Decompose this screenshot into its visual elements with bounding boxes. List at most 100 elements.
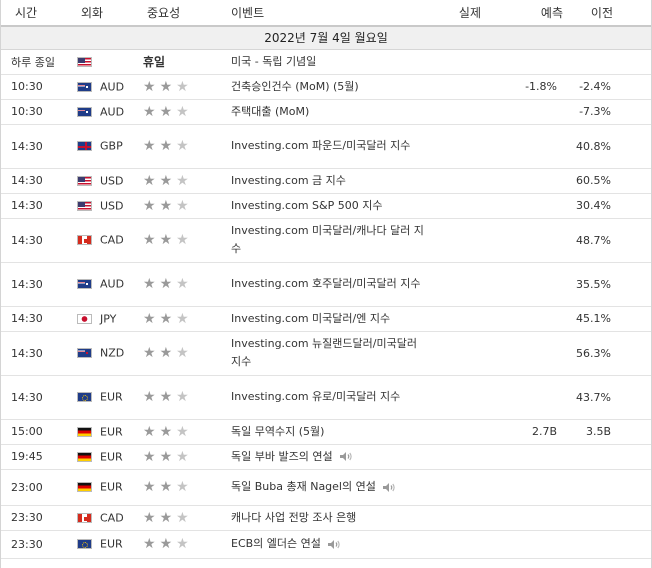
event-currency: CAD — [75, 218, 143, 263]
event-row[interactable]: 14:30 USD ★★★ Investing.com 금 지수 60.5% — [1, 168, 651, 194]
event-row[interactable]: 14:30 GBP ★★★ Investing.com 파운드/미국달러 지수 40.8… — [1, 124, 651, 169]
event-previous: -2.4% — [571, 74, 651, 100]
us-flag-icon — [77, 200, 92, 211]
event-title-text[interactable]: 독일 무역수지 (5월) — [231, 425, 324, 438]
event-currency: EUR — [75, 375, 143, 420]
col-header-actual[interactable]: 실제 — [431, 0, 495, 27]
event-title-text[interactable]: Investing.com 뉴질랜드달러/미국달러 지수 — [231, 337, 417, 368]
event-title[interactable]: 독일 부바 발즈의 연설 — [229, 444, 431, 470]
event-actual — [431, 124, 495, 169]
event-title-text[interactable]: 캐나다 사업 전망 조사 은행 — [231, 511, 356, 524]
date-row: 2022년 7월 4일 월요일 — [1, 26, 651, 50]
star-filled-icon: ★ — [143, 138, 160, 154]
event-currency: NZD — [75, 331, 143, 376]
event-title-text[interactable]: Investing.com S&P 500 지수 — [231, 199, 382, 212]
event-title[interactable]: Investing.com 미국달러/엔 지수 — [229, 306, 431, 332]
event-title[interactable]: Investing.com 금 지수 — [229, 168, 431, 194]
event-forecast — [495, 193, 571, 219]
importance-stars: ★★★ — [143, 530, 229, 559]
star-filled-icon: ★ — [159, 479, 177, 495]
col-header-time[interactable]: 시간 — [1, 0, 75, 27]
event-title[interactable]: Investing.com 파운드/미국달러 지수 — [229, 124, 431, 169]
event-title[interactable]: Investing.com 뉴질랜드달러/미국달러 지수 — [229, 331, 431, 376]
event-title[interactable]: 캐나다 사업 전망 조사 은행 — [229, 505, 431, 531]
importance-stars: ★★★ — [143, 74, 229, 100]
event-title-text[interactable]: Investing.com 파운드/미국달러 지수 — [231, 139, 410, 152]
event-title[interactable]: 건축승인건수 (MoM) (5월) — [229, 74, 431, 100]
event-time: 19:45 — [1, 444, 75, 470]
header-row: 시간 외화 중요성 이벤트 실제 예측 이전 — [1, 0, 651, 27]
col-header-previous[interactable]: 이전 — [571, 0, 651, 27]
event-row[interactable]: 14:30 NZD ★★★ Investing.com 뉴질랜드달러/미국달러 지수 5… — [1, 331, 651, 376]
event-title-text[interactable]: 독일 Buba 총재 Nagel의 연설 — [231, 480, 376, 493]
holiday-row[interactable]: 하루 종일 휴일 미국 - 독립 기념일 — [1, 49, 651, 75]
event-row[interactable]: 15:00 EUR ★★★ 독일 무역수지 (5월) 2.7B 3.5B — [1, 419, 651, 445]
event-row[interactable]: 14:30 JPY ★★★ Investing.com 미국달러/엔 지수 45.1% — [1, 306, 651, 332]
event-title[interactable]: Investing.com 미국달러/캐나다 달러 지수 — [229, 218, 431, 263]
star-filled-icon: ★ — [159, 509, 177, 526]
event-title[interactable]: 독일 무역수지 (5월) — [229, 419, 431, 445]
event-title-text[interactable]: 건축승인건수 (MoM) (5월) — [231, 80, 359, 93]
event-title-text[interactable]: Investing.com 미국달러/엔 지수 — [231, 312, 390, 325]
star-filled-icon: ★ — [159, 536, 177, 552]
event-forecast — [495, 331, 571, 376]
star-empty-icon: ★ — [176, 138, 193, 154]
event-actual — [431, 505, 495, 531]
star-filled-icon: ★ — [143, 509, 160, 526]
col-header-forecast[interactable]: 예측 — [495, 0, 571, 27]
event-forecast: -1.8% — [495, 74, 571, 100]
event-title-text[interactable]: Investing.com 금 지수 — [231, 174, 346, 187]
event-title[interactable]: 독일 Buba 총재 Nagel의 연설 — [229, 469, 431, 506]
importance-stars: ★★★ — [143, 306, 229, 332]
ca-flag-icon — [77, 512, 92, 523]
event-row[interactable]: 14:30 CAD ★★★ Investing.com 미국달러/캐나다 달러 지수 4… — [1, 218, 651, 263]
star-empty-icon: ★ — [176, 536, 193, 552]
event-row[interactable]: 10:30 AUD ★★★ 건축승인건수 (MoM) (5월) -1.8% -2.4% — [1, 74, 651, 100]
star-filled-icon: ★ — [143, 197, 160, 214]
event-title-text[interactable]: ECB의 엘더슨 연설 — [231, 537, 321, 550]
currency-code: EUR — [100, 390, 123, 404]
event-row[interactable]: 14:30 AUD ★★★ Investing.com 호주달러/미국달러 지수 35.… — [1, 262, 651, 307]
event-title-text[interactable]: Investing.com 호주달러/미국달러 지수 — [231, 277, 420, 290]
event-row[interactable]: 14:30 EUR ★★★ Investing.com 유로/미국달러 지수 43.7% — [1, 375, 651, 420]
event-title[interactable]: ECB의 엘더슨 연설 — [229, 530, 431, 559]
col-header-importance[interactable]: 중요성 — [143, 0, 229, 27]
event-row[interactable]: 23:00 EUR ★★★ 독일 Buba 총재 Nagel의 연설 — [1, 469, 651, 506]
event-actual — [431, 530, 495, 559]
star-filled-icon: ★ — [159, 276, 177, 292]
event-actual — [431, 99, 495, 125]
star-filled-icon: ★ — [159, 103, 177, 120]
star-empty-icon: ★ — [176, 345, 193, 361]
event-row[interactable]: 23:30 EUR ★★★ ECB의 엘더슨 연설 — [1, 530, 651, 559]
event-previous: 35.5% — [571, 262, 651, 307]
col-header-event[interactable]: 이벤트 — [229, 0, 431, 27]
event-previous — [571, 444, 651, 470]
event-title-text[interactable]: 주택대출 (MoM) — [231, 105, 309, 118]
event-title-text[interactable]: Investing.com 유로/미국달러 지수 — [231, 390, 400, 403]
star-filled-icon: ★ — [143, 345, 160, 361]
event-title-text[interactable]: Investing.com 미국달러/캐나다 달러 지수 — [231, 224, 424, 255]
au-flag-icon — [77, 106, 92, 117]
star-filled-icon: ★ — [159, 138, 177, 154]
event-title[interactable]: 주택대출 (MoM) — [229, 99, 431, 125]
currency-code: USD — [100, 199, 124, 213]
event-row[interactable]: 10:30 AUD ★★★ 주택대출 (MoM) -7.3% — [1, 99, 651, 125]
star-empty-icon: ★ — [176, 232, 193, 248]
event-actual — [431, 444, 495, 470]
importance-stars: ★★★ — [143, 262, 229, 307]
star-empty-icon: ★ — [176, 172, 193, 189]
event-title[interactable]: Investing.com 호주달러/미국달러 지수 — [229, 262, 431, 307]
event-row[interactable]: 19:45 EUR ★★★ 독일 부바 발즈의 연설 — [1, 444, 651, 470]
event-title[interactable]: Investing.com 유로/미국달러 지수 — [229, 375, 431, 420]
event-row[interactable]: 23:30 CAD ★★★ 캐나다 사업 전망 조사 은행 — [1, 505, 651, 531]
event-currency: JPY — [75, 306, 143, 332]
event-title-text[interactable]: 독일 부바 발즈의 연설 — [231, 450, 333, 463]
currency-code: EUR — [100, 450, 123, 464]
star-filled-icon: ★ — [143, 423, 160, 440]
currency-code: CAD — [100, 511, 124, 525]
event-previous: 43.7% — [571, 375, 651, 420]
event-row[interactable]: 14:30 USD ★★★ Investing.com S&P 500 지수 30.4% — [1, 193, 651, 219]
col-header-currency[interactable]: 외화 — [75, 0, 143, 27]
de-flag-icon — [77, 482, 92, 493]
event-title[interactable]: Investing.com S&P 500 지수 — [229, 193, 431, 219]
